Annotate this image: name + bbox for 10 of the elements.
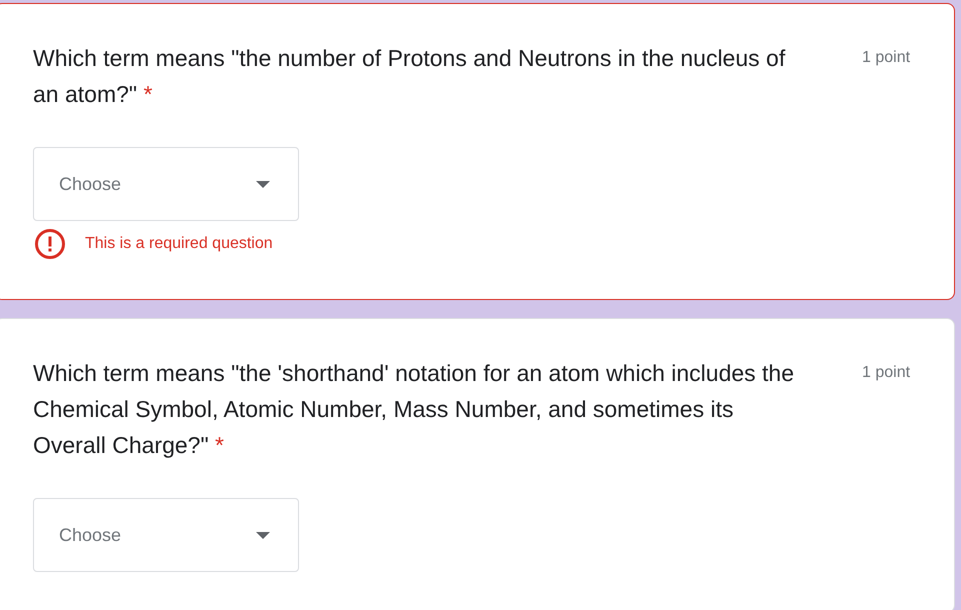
question-title: Which term means "the 'shorthand' notation for an atom which includes the Chemical Symbol, Atomic Number, Mass Number, and sometimes its Overall Charge?" *: [33, 360, 794, 458]
points-label: 1 point: [862, 48, 910, 68]
error-icon: [35, 229, 65, 259]
choose-dropdown[interactable]: Choose: [33, 498, 299, 572]
caret-icon: [256, 532, 270, 538]
question-title: Which term means "the number of Protons and Neutrons in the nucleus of an atom?" *: [33, 45, 786, 107]
caret-icon: [256, 180, 270, 188]
choose-dropdown[interactable]: Choose: [33, 147, 299, 221]
points-label: 1 point: [862, 363, 910, 383]
error-message: This is a required question: [85, 234, 273, 254]
